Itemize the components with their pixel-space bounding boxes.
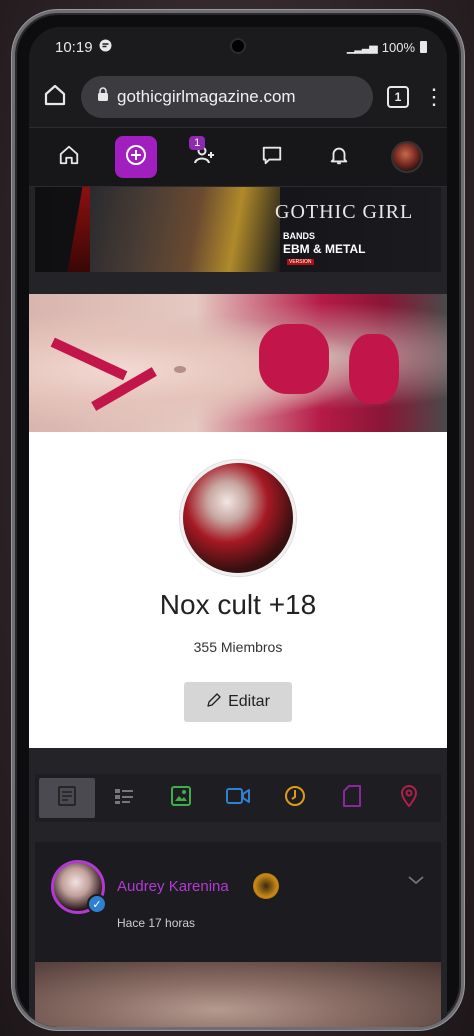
- nav-messages-button[interactable]: [251, 136, 293, 178]
- cover-strap: [349, 334, 399, 404]
- group-title: Nox cult +18: [159, 589, 317, 620]
- banner-logo: GOTHIC GIRL: [275, 201, 414, 223]
- post-image[interactable]: [35, 962, 441, 1027]
- nav-notifications-button[interactable]: [318, 136, 360, 178]
- tab-music[interactable]: [267, 778, 323, 818]
- post-author-name[interactable]: Audrey Karenina: [117, 878, 229, 895]
- location-pin-icon: [400, 784, 418, 812]
- photos-icon: [171, 785, 191, 811]
- tab-posts[interactable]: [39, 778, 95, 818]
- group-header-card: Nox cult +18 355 Miembros Editar: [29, 432, 447, 748]
- post-options-chevron-down-icon[interactable]: [407, 872, 425, 890]
- ad-banner[interactable]: GOTHIC GIRL BANDS EBM & METAL VERSION: [35, 187, 441, 272]
- browser-toolbar: gothicgirlmagazine.com 1 ⋮: [29, 67, 447, 127]
- banner-line1: BANDS: [283, 231, 316, 241]
- tab-photos[interactable]: [153, 778, 209, 818]
- tab-files[interactable]: [324, 778, 380, 818]
- notification-icon: [99, 39, 112, 56]
- edit-label: Editar: [228, 693, 270, 710]
- tab-videos[interactable]: [210, 778, 266, 818]
- front-camera: [230, 38, 246, 54]
- url-text: gothicgirlmagazine.com: [117, 87, 296, 106]
- files-icon: [343, 784, 361, 812]
- banner-tag: VERSION: [287, 259, 314, 265]
- site-navbar: 1: [29, 127, 447, 187]
- nav-friend-requests-button[interactable]: 1: [183, 136, 225, 178]
- group-avatar[interactable]: [180, 460, 296, 576]
- group-member-count[interactable]: 355 Miembros: [29, 639, 447, 655]
- banner-line2: EBM & METAL: [283, 242, 366, 256]
- post-timestamp[interactable]: Hace 17 horas: [117, 916, 195, 930]
- list-icon: [114, 787, 134, 810]
- music-icon: [284, 785, 306, 812]
- pencil-icon: [206, 692, 222, 713]
- content-tab-bar: [35, 774, 441, 822]
- tab-location[interactable]: [381, 778, 437, 818]
- create-plus-icon: [124, 143, 148, 172]
- status-time: 10:19: [55, 38, 93, 56]
- url-bar[interactable]: gothicgirlmagazine.com: [81, 76, 373, 118]
- group-cover-image: [29, 294, 447, 432]
- banner-photo: [90, 187, 280, 272]
- phone-screen: 10:19 ▁▂▃▅ 100% gothicgirlmagazine.com 1…: [29, 27, 447, 1027]
- cover-strap: [259, 324, 329, 394]
- messages-icon: [261, 144, 283, 171]
- posts-icon: [58, 785, 76, 811]
- cover-detail: [174, 366, 186, 373]
- videos-icon: [226, 787, 250, 810]
- notifications-bell-icon: [328, 144, 350, 171]
- verified-check-icon: ✓: [87, 894, 107, 914]
- nav-profile-button[interactable]: [386, 136, 428, 178]
- author-badge-icon: [253, 873, 279, 899]
- battery-icon: [420, 41, 427, 53]
- signal-icon: ▁▂▃▅: [346, 41, 378, 54]
- browser-home-icon[interactable]: [43, 83, 67, 112]
- tab-list[interactable]: [96, 778, 152, 818]
- feed-post: ✓ Audrey Karenina Hace 17 horas: [35, 842, 441, 1027]
- more-menu-icon[interactable]: ⋮: [423, 86, 445, 108]
- notification-badge: 1: [189, 136, 206, 150]
- tab-switcher-button[interactable]: 1: [387, 86, 409, 108]
- home-icon: [58, 144, 80, 171]
- phone-frame: 10:19 ▁▂▃▅ 100% gothicgirlmagazine.com 1…: [12, 10, 464, 1030]
- nav-create-button[interactable]: [115, 136, 158, 178]
- cover-strap: [50, 337, 128, 381]
- edit-group-button[interactable]: Editar: [184, 682, 292, 722]
- status-bar: 10:19 ▁▂▃▅ 100%: [29, 27, 447, 67]
- profile-avatar: [391, 141, 424, 173]
- lock-icon: [97, 87, 109, 107]
- battery-percent: 100%: [381, 39, 415, 55]
- nav-home-button[interactable]: [48, 136, 90, 178]
